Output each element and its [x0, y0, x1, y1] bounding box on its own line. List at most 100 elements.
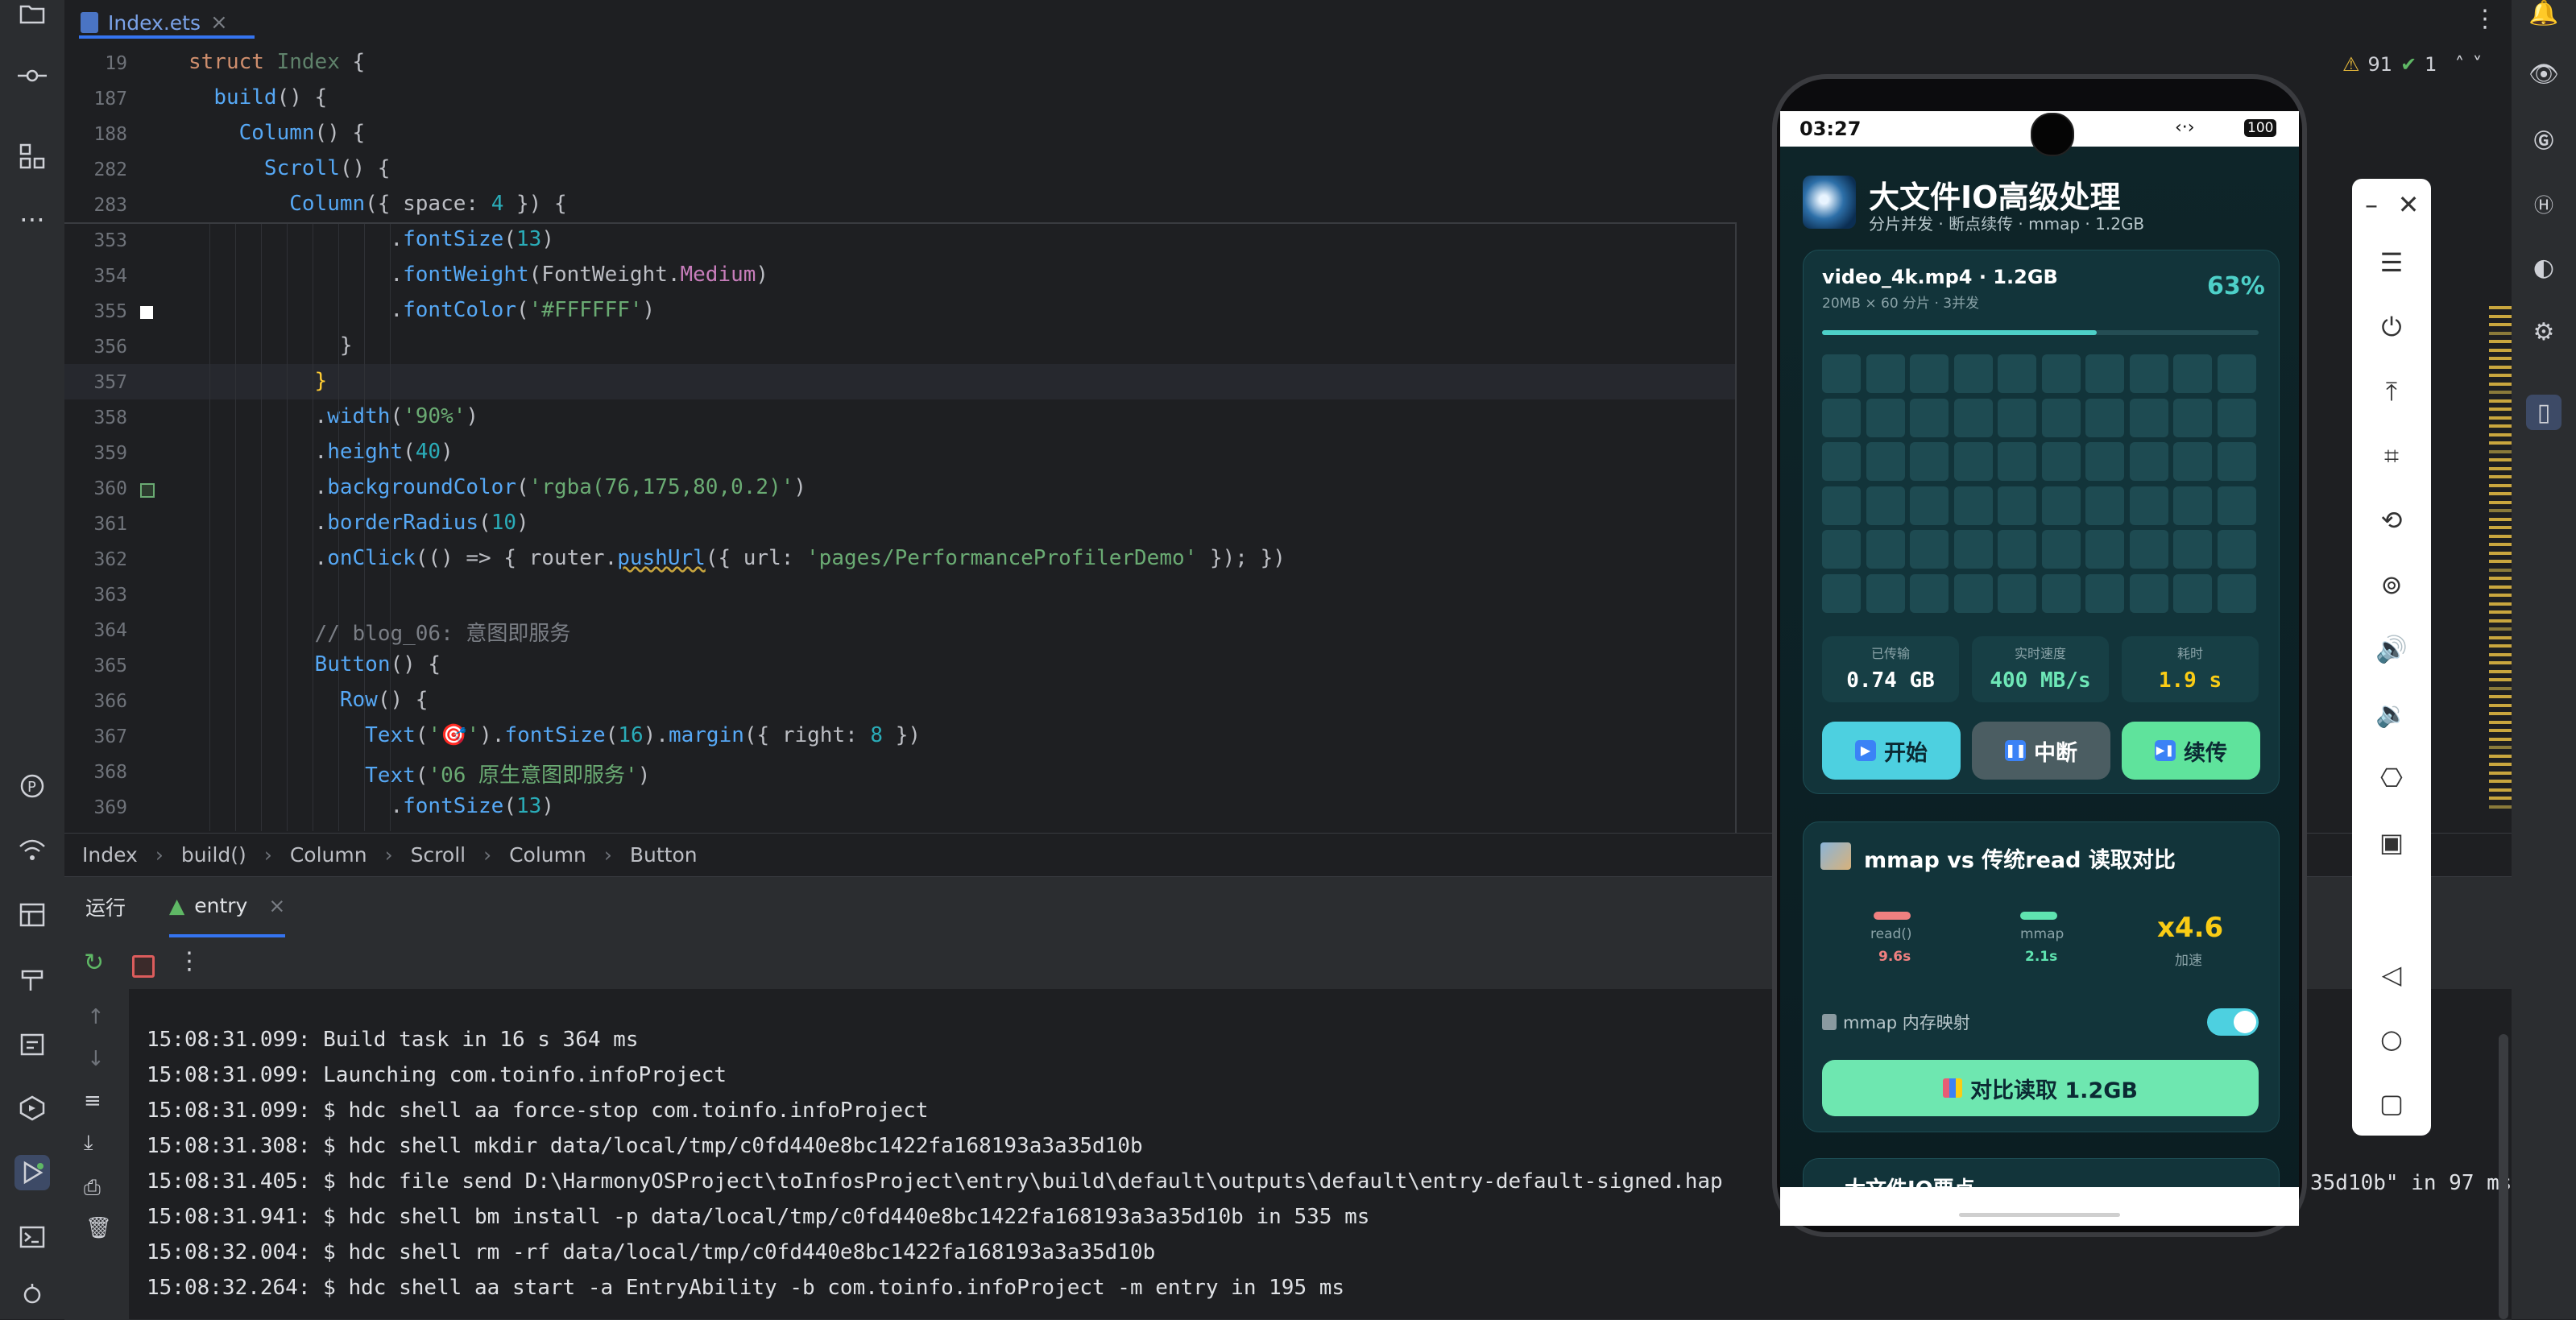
minimize-icon[interactable]: – — [2354, 187, 2389, 222]
warning-marker[interactable] — [2489, 678, 2512, 681]
folder-icon[interactable] — [14, 0, 50, 31]
warning-marker[interactable] — [2489, 374, 2512, 377]
chevron-up-icon[interactable]: ˄ — [2454, 53, 2464, 76]
more-options-icon[interactable]: ⋮ — [177, 947, 201, 975]
compare-read-button[interactable]: 对比读取 1.2GB — [1822, 1060, 2259, 1116]
code-line[interactable]: .borderRadius(10) — [188, 511, 529, 535]
plugin-icon[interactable]: P — [14, 768, 50, 804]
tab-more-icon[interactable]: ⋮ — [2473, 5, 2497, 33]
warning-marker[interactable] — [2489, 551, 2512, 555]
warning-marker[interactable] — [2489, 458, 2512, 461]
screen-record-icon[interactable]: ▣ — [2374, 825, 2409, 860]
warning-marker[interactable] — [2489, 695, 2512, 698]
code-line[interactable]: .height(40) — [188, 440, 453, 464]
warning-marker[interactable] — [2489, 771, 2512, 775]
warning-marker[interactable] — [2489, 703, 2512, 707]
warning-marker[interactable] — [2489, 500, 2512, 504]
warning-marker[interactable] — [2489, 594, 2512, 597]
rotate-icon[interactable]: ⟲ — [2374, 503, 2409, 538]
scroll-down-icon[interactable]: ↓ — [87, 1047, 105, 1071]
warning-marker[interactable] — [2489, 382, 2512, 386]
code-line[interactable]: .fontSize(13) — [188, 227, 554, 251]
warning-marker[interactable] — [2489, 661, 2512, 664]
top-icon[interactable]: ⤒ — [2374, 374, 2409, 409]
more-icon[interactable]: ⋯ — [14, 201, 50, 237]
tab-entry-close-icon[interactable]: × — [268, 894, 285, 917]
warning-marker[interactable] — [2489, 560, 2512, 563]
code-line[interactable]: .onClick(() => { router.pushUrl({ url: '… — [188, 546, 1286, 570]
rotate-lock-icon[interactable]: ⊚ — [2374, 567, 2409, 602]
g-icon[interactable]: Ⓖ — [2526, 121, 2562, 156]
code-line[interactable]: // blog_06: 意图即服务 — [188, 617, 571, 647]
crop-icon[interactable]: ⌗ — [2374, 438, 2409, 474]
color-swatch-green[interactable] — [140, 483, 155, 498]
volume-down-icon[interactable]: 🔉 — [2374, 696, 2409, 731]
warning-marker[interactable] — [2489, 340, 2512, 343]
tab-entry[interactable]: ▲ entry × — [169, 876, 286, 937]
warning-marker[interactable] — [2489, 526, 2512, 529]
warning-marker[interactable] — [2489, 737, 2512, 741]
code-line[interactable]: } — [188, 333, 353, 358]
structure-icon[interactable] — [14, 139, 50, 174]
code-line[interactable]: Row() { — [188, 688, 429, 712]
warning-marker[interactable] — [2489, 517, 2512, 521]
recents-icon[interactable]: ▢ — [2374, 1086, 2409, 1121]
trash-icon[interactable]: 🗑 — [85, 1216, 112, 1240]
phone-screen[interactable]: 03:27 ‹·› 100 大文件IO高级处理 分片并发 · 断点续传 · mm… — [1780, 111, 2299, 1226]
warning-marker[interactable] — [2489, 534, 2512, 538]
code-line[interactable]: Column() { — [188, 121, 366, 145]
code-line[interactable]: struct Index { — [188, 50, 365, 74]
warning-marker[interactable] — [2489, 568, 2512, 572]
warning-marker[interactable] — [2489, 416, 2512, 420]
breadcrumb-item[interactable]: Button — [630, 843, 698, 867]
warning-marker[interactable] — [2489, 797, 2512, 800]
chart-icon[interactable]: ◐ — [2526, 250, 2562, 285]
warning-marker[interactable] — [2489, 432, 2512, 437]
breadcrumb-item[interactable]: Column — [290, 843, 367, 867]
console-scrollbar[interactable] — [2499, 1034, 2508, 1319]
chevron-down-icon[interactable]: ˅ — [2472, 53, 2482, 76]
back-icon[interactable]: ◁ — [2374, 957, 2409, 992]
warning-marker[interactable] — [2489, 627, 2512, 631]
close-icon[interactable]: ✕ — [2391, 187, 2426, 222]
breadcrumb-item[interactable]: Index — [82, 843, 138, 867]
warning-marker[interactable] — [2489, 483, 2512, 487]
run-icon[interactable] — [14, 1155, 50, 1190]
warning-marker[interactable] — [2489, 543, 2512, 546]
code-line[interactable]: .fontSize(13) — [188, 794, 554, 818]
warning-marker[interactable] — [2489, 788, 2512, 792]
code-line[interactable]: Text('06 原生意图即服务') — [188, 759, 650, 788]
breadcrumb-item[interactable]: Column — [509, 843, 586, 867]
home-icon[interactable]: ○ — [2374, 1021, 2409, 1057]
commit-icon[interactable] — [14, 58, 50, 93]
code-line[interactable]: Text('🎯').fontSize(16).margin({ right: 8… — [188, 723, 921, 747]
code-line[interactable]: .fontWeight(FontWeight.Medium) — [188, 263, 768, 287]
warning-marker[interactable] — [2489, 754, 2512, 758]
warning-marker[interactable] — [2489, 712, 2512, 715]
eye-icon[interactable]: 👁 — [2526, 56, 2562, 92]
soft-wrap-icon[interactable]: ≡ — [84, 1089, 101, 1113]
code-line[interactable]: Button() { — [188, 652, 441, 677]
warning-marker[interactable] — [2489, 509, 2512, 512]
warning-marker[interactable] — [2489, 391, 2512, 394]
bug-icon[interactable] — [14, 1276, 50, 1311]
calendar-icon[interactable] — [14, 1026, 50, 1061]
warning-marker[interactable] — [2489, 365, 2512, 369]
warning-marker[interactable] — [2489, 763, 2512, 766]
warning-marker[interactable] — [2489, 780, 2512, 783]
inspections-widget[interactable]: ⚠ 91 ✔ 1 ˄ ˅ — [2342, 53, 2482, 76]
warning-marker[interactable] — [2489, 585, 2512, 589]
services-icon[interactable] — [14, 1090, 50, 1126]
warning-marker[interactable] — [2489, 331, 2512, 335]
warning-marker[interactable] — [2489, 610, 2512, 614]
warning-marker[interactable] — [2489, 577, 2512, 580]
resume-button[interactable]: ▶❚ 续传 — [2122, 722, 2260, 780]
warning-marker[interactable] — [2489, 348, 2512, 352]
build-icon[interactable] — [14, 962, 50, 997]
code-line[interactable]: .width('90%') — [188, 404, 479, 428]
warning-marker[interactable] — [2489, 314, 2512, 318]
rerun-icon[interactable]: ↻ — [84, 949, 104, 977]
warning-marker[interactable] — [2489, 729, 2512, 732]
warning-marker[interactable] — [2489, 686, 2512, 690]
shake-icon[interactable]: ⎔ — [2374, 760, 2409, 796]
